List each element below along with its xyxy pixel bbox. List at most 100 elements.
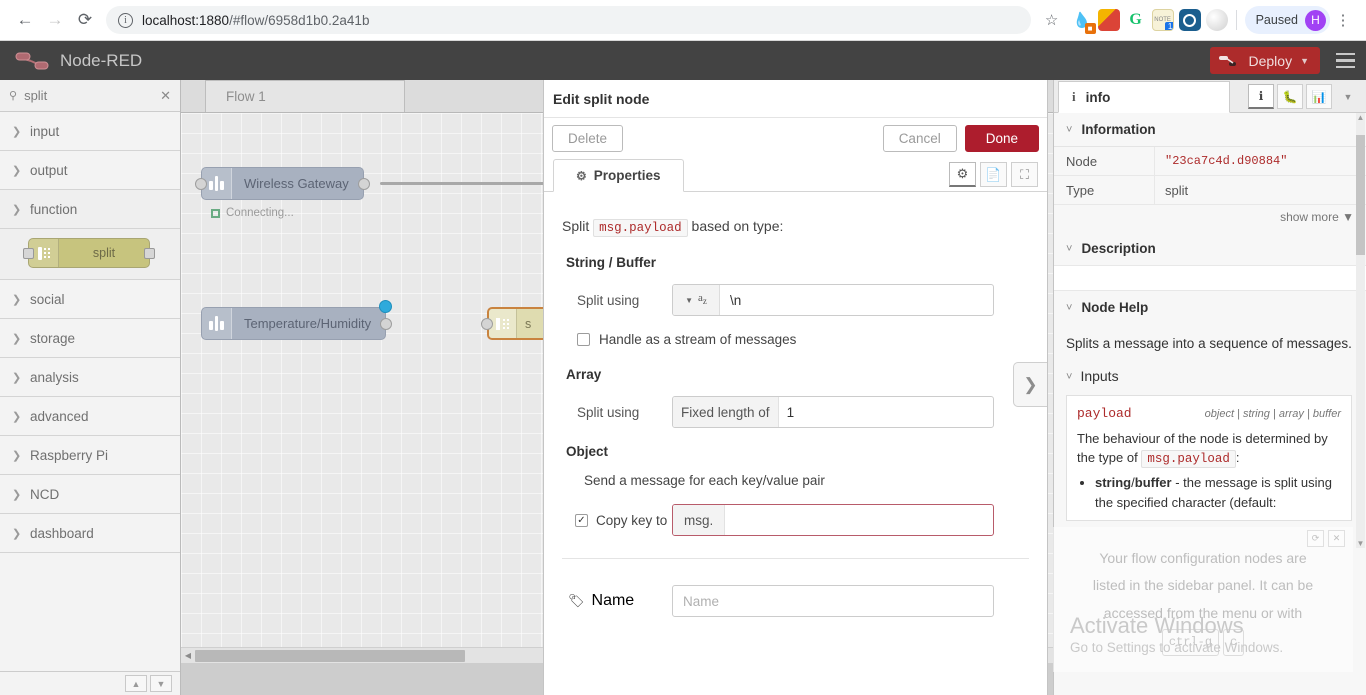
notes-extension-icon[interactable]: NOTE 1 [1151, 9, 1174, 31]
copy-key-input[interactable]: msg. [672, 504, 994, 536]
target-extension-icon[interactable] [1178, 9, 1201, 31]
input-name: payload [1077, 406, 1132, 422]
palette-category-advanced[interactable]: ❯ advanced [0, 397, 180, 436]
palette-category-input[interactable]: ❯ input [0, 112, 180, 151]
list-item: string/buffer - the message is split usi… [1095, 473, 1341, 512]
copy-key-checkbox-wrap[interactable]: ✓ Copy key to [562, 513, 672, 528]
address-bar[interactable]: i localhost:1880/#flow/6958d1b0.2a41b [106, 6, 1031, 34]
information-section-header[interactable]: ˅ Information [1054, 113, 1366, 146]
palette-category-storage[interactable]: ❯ storage [0, 319, 180, 358]
keyboard-shortcut-2: c [1222, 628, 1245, 657]
moon-extension-icon[interactable] [1205, 9, 1228, 31]
notification-line-3: accessed from the menu or with [1103, 604, 1303, 621]
scrollbar-thumb[interactable] [195, 649, 465, 662]
delete-button[interactable]: Delete [552, 124, 624, 152]
reload-icon[interactable]: ⟳ [70, 5, 100, 35]
grammarly-extension-icon[interactable]: G [1124, 9, 1147, 31]
chevron-down-icon: ˅ [1066, 242, 1073, 255]
copy-key-checkbox[interactable]: ✓ [575, 513, 588, 527]
refresh-icon[interactable]: ⟳ [1307, 530, 1324, 547]
deploy-icon [1219, 55, 1237, 66]
chevron-down-icon[interactable]: ▼ [1335, 84, 1361, 109]
palette-category-ncd[interactable]: ❯ NCD [0, 475, 180, 514]
profile-chip[interactable]: Paused H [1244, 6, 1330, 34]
palette-category-label: Raspberry Pi [30, 447, 109, 463]
deploy-button[interactable]: Deploy ▼ [1210, 47, 1320, 74]
table-row: Type split [1054, 176, 1366, 205]
palette-category-label: function [30, 201, 78, 217]
palette-category-function[interactable]: ❯ function [0, 190, 180, 229]
palette-category-label: social [30, 291, 65, 307]
array-split-input[interactable]: Fixed length of 1 [672, 396, 994, 428]
inputs-subheader[interactable]: ˅ Inputs [1066, 366, 1352, 387]
palette-node-label: split [92, 246, 116, 260]
collapse-all-icon[interactable]: ▲ [125, 675, 147, 692]
bookmark-star-icon[interactable]: ☆ [1039, 11, 1065, 29]
tab-properties[interactable]: ⚙ Properties [553, 159, 684, 192]
string-split-input[interactable]: ▼ az \n [672, 284, 994, 316]
chevron-down-icon: ˅ [1066, 123, 1073, 136]
done-button[interactable]: Done [964, 124, 1039, 152]
clear-icon[interactable]: ✕ [160, 88, 171, 104]
palette-search[interactable]: ⚲ split ✕ [0, 80, 180, 112]
palette-search-input[interactable]: split [24, 88, 160, 103]
gear-icon: ⚙ [576, 168, 587, 183]
sidebar-expand-handle[interactable]: ❯ [1013, 362, 1047, 407]
forward-arrow-icon[interactable]: → [40, 5, 70, 35]
palette-category-dashboard[interactable]: ❯ dashboard [0, 514, 180, 553]
cancel-button[interactable]: Cancel [882, 124, 957, 152]
tab-info[interactable]: i info [1058, 81, 1230, 113]
tab-flow-1[interactable]: Flow 1 [205, 80, 405, 112]
stream-checkbox-row[interactable]: Handle as a stream of messages [562, 332, 1029, 347]
palette-node-split[interactable]: split [23, 238, 155, 268]
close-icon[interactable]: ✕ [1328, 530, 1345, 547]
scroll-down-arrow-icon[interactable]: ▼ [1356, 539, 1365, 548]
description-section-header[interactable]: ˅ Description [1054, 232, 1366, 265]
dashboard-chart-icon[interactable]: 📊 [1306, 84, 1332, 109]
status-indicator-icon [211, 208, 220, 218]
chevron-down-icon[interactable]: ▼ [1300, 56, 1309, 66]
stream-checkbox[interactable] [577, 333, 590, 346]
scrollbar-thumb[interactable] [1356, 135, 1365, 255]
chevron-right-icon: ❯ [12, 125, 22, 138]
input-payload-box: payload object | string | array | buffer… [1066, 395, 1352, 521]
palette-category-raspberry-pi[interactable]: ❯ Raspberry Pi [0, 436, 180, 475]
string-split-value[interactable]: \n [720, 293, 741, 308]
debug-bug-icon[interactable]: 🐛 [1277, 84, 1303, 109]
split-description: Split msg.payload based on type: [562, 218, 1029, 237]
array-length-value[interactable]: 1 [779, 405, 795, 420]
row-key: Node [1066, 153, 1098, 169]
site-info-icon[interactable]: i [118, 12, 133, 28]
flow-node-temperature-humidity[interactable]: Temperature/Humidity [201, 300, 393, 340]
hamburger-menu-icon[interactable] [1328, 46, 1362, 76]
gear-icon[interactable]: ⚙ [949, 162, 976, 187]
show-more-button[interactable]: show more ▼ [1054, 205, 1366, 232]
chevron-right-icon: ❯ [12, 293, 22, 306]
pipette-extension-icon[interactable]: 💧 ■ [1071, 9, 1096, 34]
kebab-menu-icon[interactable]: ⋮ [1330, 11, 1356, 29]
array-mode-selector[interactable]: Fixed length of [673, 397, 779, 427]
ruler-extension-icon[interactable] [1097, 9, 1120, 31]
back-arrow-icon[interactable]: ← [10, 5, 40, 35]
document-icon[interactable]: 📄 [980, 162, 1007, 187]
appearance-icon[interactable]: ⛶ [1011, 162, 1038, 187]
node-change-badge [379, 300, 393, 313]
palette-category-social[interactable]: ❯ social [0, 280, 180, 319]
name-input[interactable]: Name [672, 585, 994, 617]
notification-line-2: listed in the sidebar panel. It can be [1092, 577, 1314, 594]
expand-all-icon[interactable]: ▼ [150, 675, 172, 692]
sidebar-vertical-scrollbar[interactable]: ▲ ▼ [1356, 113, 1365, 548]
array-split-row: Split using Fixed length of 1 [562, 396, 1029, 428]
flow-node-wireless-gateway[interactable]: Wireless Gateway [195, 167, 370, 200]
node-help-section-header[interactable]: ˅ Node Help [1054, 291, 1366, 324]
node-status-label: Connecting... [226, 207, 294, 219]
palette-category-analysis[interactable]: ❯ analysis [0, 358, 180, 397]
row-value: split [1154, 176, 1366, 204]
scroll-up-arrow-icon[interactable]: ▲ [1356, 113, 1365, 122]
info-icon[interactable]: ℹ [1248, 84, 1274, 109]
string-type-selector[interactable]: ▼ az [673, 285, 720, 315]
palette-category-label: NCD [30, 486, 60, 502]
palette-category-output[interactable]: ❯ output [0, 151, 180, 190]
notification-tools: ⟳ ✕ [1307, 530, 1345, 547]
scroll-left-arrow-icon[interactable]: ◀ [181, 651, 195, 660]
